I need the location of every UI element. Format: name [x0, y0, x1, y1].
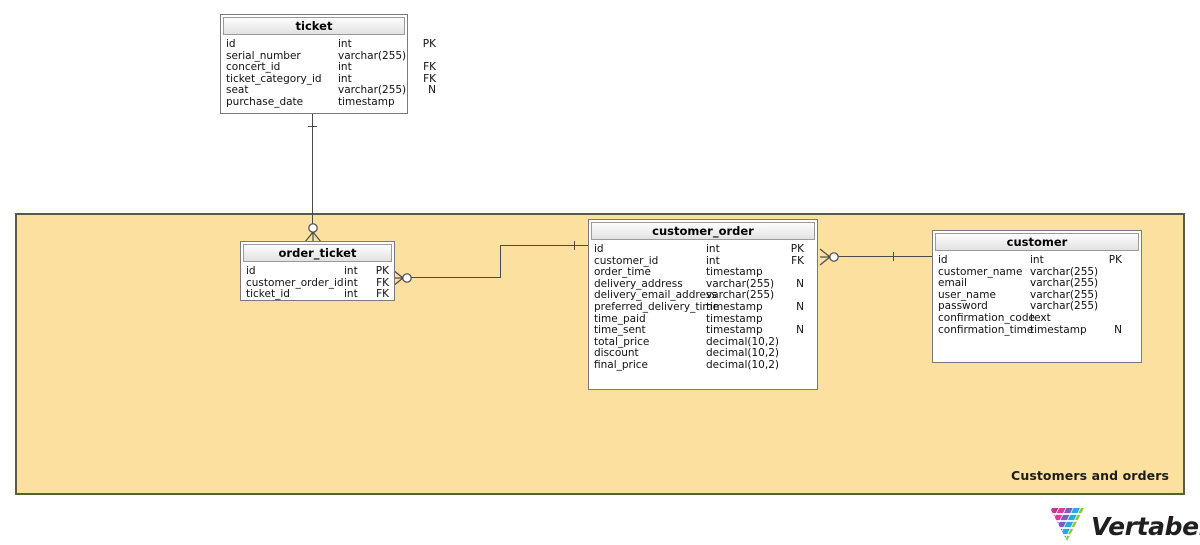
column-row[interactable]: purchase_date timestamp — [226, 95, 402, 109]
relationship-line-ticket-order_ticket[interactable] — [312, 113, 313, 229]
column-type: int — [1030, 254, 1044, 266]
column-type: int — [344, 265, 358, 277]
column-row[interactable]: id int PK — [246, 265, 389, 278]
column-name: final_price — [594, 358, 649, 371]
column-type: timestamp — [706, 324, 763, 337]
column-key: PK — [1108, 254, 1122, 266]
column-row[interactable]: confirmation_code text — [938, 311, 1136, 325]
column-type: text — [1030, 311, 1051, 324]
column-name: confirmation_time — [938, 323, 1034, 336]
cardinality-one-customer_order — [574, 241, 575, 250]
column-key: PK — [375, 265, 389, 277]
vertabelo-logo[interactable]: Vertabelo — [1050, 508, 1200, 545]
column-name: purchase_date — [226, 95, 304, 108]
column-name: id — [594, 243, 604, 255]
entity-table-order_ticket[interactable]: order_ticket id int PK customer_order_id… — [240, 241, 395, 301]
column-name: confirmation_code — [938, 311, 1035, 324]
column-row[interactable]: id int PK — [226, 38, 436, 51]
column-row[interactable]: id int PK — [594, 243, 812, 256]
cardinality-zero-or-many-customer_order — [818, 244, 840, 270]
column-type: decimal(10,2) — [706, 358, 779, 371]
column-key: N — [796, 300, 804, 313]
entity-table-customer[interactable]: customer id int PK customer_name varchar… — [932, 230, 1142, 363]
entity-columns-customer: id int PK customer_name varchar(255) ema… — [933, 251, 1141, 341]
column-name: id — [938, 254, 948, 266]
column-name: time_sent — [594, 324, 646, 337]
entity-columns-customer_order: id int PK customer_id int FK order_time … — [589, 240, 817, 377]
entity-columns-ticket: id int PK serial_number varchar(255) con… — [221, 35, 436, 114]
cardinality-one-customer — [893, 252, 894, 261]
column-row[interactable]: time_sent timestamp N — [594, 325, 812, 337]
entity-columns-order_ticket: id int PK customer_order_id int FK ticke… — [241, 262, 394, 306]
cardinality-one-ticket — [308, 126, 317, 127]
relationship-line-order_ticket-customer_order-seg1[interactable] — [408, 277, 500, 278]
entity-title-customer: customer — [935, 233, 1139, 251]
relationship-line-customer_order-customer[interactable] — [836, 256, 933, 257]
vertabelo-mark-icon — [1050, 508, 1084, 545]
column-name: ticket_id — [246, 288, 290, 301]
subject-area-label: Customers and orders — [1011, 468, 1169, 483]
column-type: int — [344, 288, 358, 301]
column-key: FK — [376, 288, 389, 301]
column-key: FK — [791, 254, 804, 267]
column-key: N — [1114, 323, 1122, 336]
column-name: preferred_delivery_time — [594, 300, 720, 313]
entity-table-customer_order[interactable]: customer_order id int PK customer_id int… — [588, 219, 818, 390]
column-name: id — [246, 265, 256, 277]
relationship-line-order_ticket-customer_order-seg3[interactable] — [500, 245, 589, 246]
relationship-line-order_ticket-customer_order-seg2[interactable] — [500, 245, 501, 278]
vertabelo-wordmark: Vertabelo — [1091, 512, 1200, 541]
column-key: N — [796, 277, 804, 290]
column-row[interactable]: confirmation_time timestamp N — [938, 323, 1136, 337]
column-row[interactable]: final_price decimal(10,2) — [594, 358, 812, 372]
column-row[interactable]: ticket_id int FK — [246, 289, 389, 301]
entity-title-ticket: ticket — [223, 17, 405, 35]
column-type: timestamp — [338, 95, 395, 108]
entity-title-order_ticket: order_ticket — [243, 244, 392, 262]
entity-title-customer_order: customer_order — [591, 222, 815, 240]
column-name: id — [226, 38, 236, 50]
entity-table-ticket[interactable]: ticket id int PK serial_number varchar(2… — [220, 14, 436, 114]
column-key: N — [796, 324, 804, 337]
column-row[interactable]: id int PK — [938, 254, 1136, 267]
column-key: PK — [790, 243, 804, 255]
column-type: timestamp — [1030, 323, 1087, 336]
column-type: int — [706, 243, 720, 255]
column-row[interactable]: preferred_delivery_time timestamp N — [594, 300, 812, 314]
column-type: timestamp — [706, 300, 763, 313]
column-key: PK — [422, 38, 436, 50]
column-key: N — [428, 84, 436, 97]
column-type: int — [338, 38, 352, 50]
